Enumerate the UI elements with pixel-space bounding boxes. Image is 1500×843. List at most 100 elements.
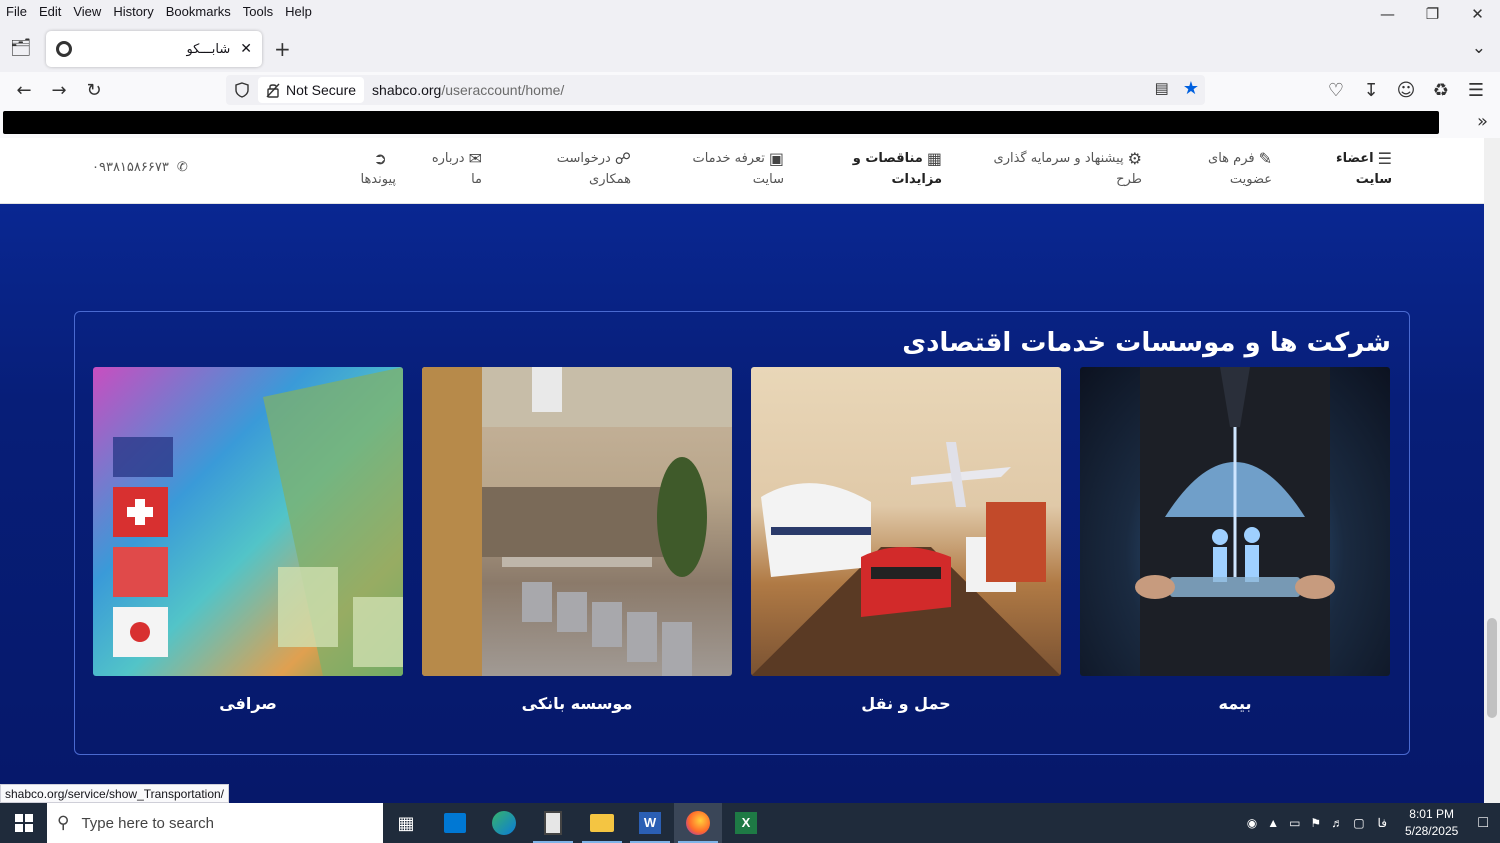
bookmark-star-icon[interactable]: ★ [1183,79,1199,97]
firefox-icon[interactable] [674,803,722,843]
forward-arrow-icon[interactable]: → [47,78,71,102]
input-language[interactable]: فا [1378,816,1387,830]
pocket-icon[interactable]: ♡ [1324,78,1348,102]
security-tray-icon[interactable]: ⚑ [1310,816,1321,830]
list-tabs-chevron-icon[interactable]: ⌄ [1472,38,1486,58]
shield-icon[interactable] [234,82,250,98]
contact-phone[interactable]: ۰۹۳۸۱۵۸۶۶۷۳ ✆ [92,160,188,175]
search-icon: ⚲ [57,813,70,832]
edit-icon: ✎ [1258,149,1272,168]
card-transportation[interactable]: حمل و نقل [751,367,1061,713]
not-secure-badge[interactable]: Not Secure [258,77,365,103]
store-icon[interactable] [431,803,479,843]
transportation-image[interactable] [751,367,1061,676]
word-icon[interactable]: W [626,803,674,843]
phone-number: ۰۹۳۸۱۵۸۶۶۷۳ [92,160,169,175]
url-bar[interactable]: Not Secure shabco.org/useraccount/home/ … [226,75,1205,105]
phone-icon: ✆ [176,160,188,175]
menu-tools[interactable]: Tools [237,4,279,19]
scrollbar-thumb[interactable] [1487,618,1497,718]
nav-cooperation-request[interactable]: ☍ درخواست همکاری [557,148,631,190]
page-scrollbar[interactable] [1484,138,1500,803]
redacted-bar [3,111,1439,134]
windows-logo-icon [14,814,33,832]
card-caption: حمل و نقل [861,694,951,713]
tab-close-icon[interactable]: ✕ [240,41,252,57]
display-icon[interactable]: ▢ [1353,816,1364,830]
network-globe-icon[interactable]: ◉ [1247,816,1257,830]
taskbar-search[interactable]: ⚲ Type here to search [47,803,383,843]
url-path: /useraccount/home/ [441,82,565,98]
menu-view[interactable]: View [67,4,107,19]
gears-icon: ⚙ [1127,149,1142,168]
security-label: Not Secure [286,82,357,98]
chevron-right-icon[interactable]: » [1477,111,1488,132]
menu-bar: File Edit View History Bookmarks Tools H… [0,0,1500,22]
services-panel: شرکت ها و موسسات خدمات اقتصادی بیمه حمل … [74,311,1410,755]
reader-view-icon[interactable]: ▤ [1155,79,1169,97]
card-exchange[interactable]: صرافی [93,367,403,713]
menu-history[interactable]: History [107,4,159,19]
bank-image[interactable] [422,367,732,676]
calculator-icon[interactable] [529,803,577,843]
status-link-preview: shabco.org/service/show_Transportation/ [0,784,229,803]
share-icon: ➲ [373,149,387,168]
chat-icon: ✉ [468,149,482,168]
tab-overview-icon[interactable]: 🗂 [10,38,32,58]
edge-icon[interactable] [480,803,528,843]
currency-exchange-image[interactable] [93,367,403,676]
url-host: shabco.org [372,82,442,98]
battery-icon[interactable]: ▭ [1289,816,1300,830]
handshake-icon: ☍ [614,149,631,168]
new-tab-icon[interactable]: + [274,37,291,61]
account-icon[interactable]: ☺ [1394,78,1418,102]
card-caption: موسسه بانکی [521,694,633,713]
card-icon: ▦ [926,149,942,168]
insurance-image[interactable] [1080,367,1390,676]
excel-icon[interactable]: X [722,803,770,843]
bookmarks-toolbar: » [0,108,1500,138]
downloads-icon[interactable]: ↧ [1359,78,1383,102]
notification-icon[interactable]: □ [1478,814,1488,832]
clock-time: 8:01 PM [1409,807,1454,821]
menu-bookmarks[interactable]: Bookmarks [160,4,237,19]
app-tray-icon[interactable]: ▲ [1267,816,1279,830]
tab-title: شابـــکو [186,41,231,57]
card-caption: صرافی [219,694,277,713]
menu-file[interactable]: File [0,4,33,19]
card-insurance[interactable]: بیمه [1080,367,1390,713]
nav-investment-proposal[interactable]: ⚙ پیشنهاد و سرمایه گذاری طرح [994,148,1142,190]
menu-edit[interactable]: Edit [33,4,67,19]
navigation-toolbar: ← → ↻ Not Secure shabco.org/useraccount/… [0,72,1500,108]
app-menu-icon[interactable]: ☰ [1464,78,1488,102]
nav-links[interactable]: ➲ پیوندها [360,148,396,190]
page-viewport: ☰ اعضاء سایت ✎ فرم های عضویت ⚙ پیشنهاد و سر… [0,138,1484,803]
volume-icon[interactable]: ♬ [1331,816,1343,830]
nav-membership-forms[interactable]: ✎ فرم های عضویت [1208,148,1272,190]
section-title: شرکت ها و موسسات خدمات اقتصادی [902,328,1391,358]
system-tray: ◉ ▲ ▭ ⚑ ♬ ▢ فا 8:01 PM 5/28/2025 □ [1242,803,1500,843]
site-header: ☰ اعضاء سایت ✎ فرم های عضویت ⚙ پیشنهاد و سر… [0,138,1484,204]
tab-shabco[interactable]: شابـــکو ✕ [46,31,262,67]
extensions-icon[interactable]: ♻ [1429,78,1453,102]
nav-service-tariffs[interactable]: ▣ تعرفه خدمات سایت [692,148,784,190]
menu-help[interactable]: Help [279,4,318,19]
nav-about-us[interactable]: ✉ درباره ما [432,148,482,190]
taskbar-clock[interactable]: 8:01 PM 5/28/2025 [1405,806,1458,840]
money-icon: ▣ [768,149,784,168]
task-view-icon[interactable]: ▦ [382,803,430,843]
back-arrow-icon[interactable]: ← [12,78,36,102]
nav-tenders-auctions[interactable]: ▦ مناقصات و مزایدات [853,148,942,190]
search-placeholder: Type here to search [81,814,215,832]
tab-strip: 🗂 شابـــکو ✕ + ⌄ [0,22,1500,72]
reload-icon[interactable]: ↻ [82,78,106,102]
broken-lock-icon [266,83,280,98]
start-button[interactable] [0,803,47,843]
site-favicon-icon [56,41,72,57]
clock-date: 5/28/2025 [1404,824,1459,838]
card-bank[interactable]: موسسه بانکی [422,367,732,713]
card-caption: بیمه [1218,694,1252,713]
nav-members[interactable]: ☰ اعضاء سایت [1336,148,1392,190]
file-explorer-icon[interactable] [578,803,626,843]
menu-icon: ☰ [1377,149,1392,168]
